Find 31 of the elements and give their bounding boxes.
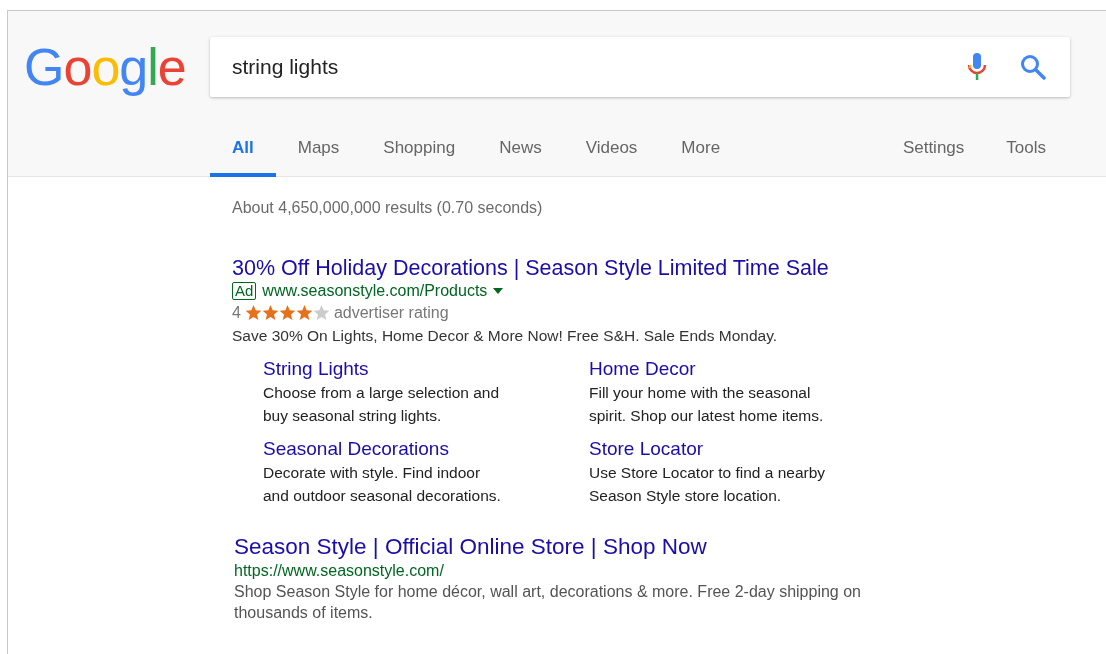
- toolbar-link[interactable]: Settings: [902, 134, 965, 160]
- tab[interactable]: Videos: [563, 134, 660, 177]
- tab[interactable]: Shopping: [361, 134, 478, 177]
- tab[interactable]: More: [659, 134, 743, 177]
- search-field[interactable]: string lights: [210, 37, 1070, 97]
- tab[interactable]: Maps: [275, 134, 362, 177]
- ad-url: www.seasonstyle.com/Products: [262, 281, 488, 301]
- ad-title-link[interactable]: 30% Off Holiday Decorations | Season Style Limited Time Sale: [232, 255, 1106, 281]
- logo[interactable]: Google: [24, 37, 210, 97]
- result-url: https://www.seasonstyle.com/: [234, 561, 445, 581]
- rating-number: 4: [232, 303, 241, 323]
- tab[interactable]: All: [210, 134, 276, 177]
- result-snippet: Shop Season Style for home décor, wall art, decorations & more. Free 2-day shipping on thousands of items.: [234, 582, 862, 623]
- sitelink-description: Fill your home with the seasonal spirit. Shop our latest home items.: [589, 383, 825, 426]
- microphone-icon[interactable]: [967, 53, 987, 81]
- tab[interactable]: News: [477, 134, 564, 177]
- ad-description: Save 30% On Lights, Home Decor & More Now! Free S&H. Sale Ends Monday.: [232, 326, 779, 346]
- sitelink[interactable]: String Lights: [263, 357, 589, 381]
- sitelink[interactable]: Home Decor: [589, 357, 919, 381]
- rating-label: advertiser rating: [333, 303, 449, 323]
- toolbar-link[interactable]: Tools: [1006, 134, 1046, 160]
- ad-label: Ad: [232, 282, 257, 300]
- result-stats: About 4,650,000,000 results (0.70 seconds): [232, 198, 544, 218]
- sitelink-description: Choose from a large selection and buy seasonal string lights.: [263, 383, 501, 426]
- search-icon[interactable]: [1020, 54, 1046, 80]
- sitelink-description: Use Store Locator to find a nearby Season Style store location.: [589, 463, 827, 506]
- sitelink[interactable]: Seasonal Decorations: [263, 437, 589, 461]
- sitelink[interactable]: Store Locator: [589, 437, 919, 461]
- result-title-link[interactable]: Season Style | Official Online Store | Shop Now: [234, 533, 1106, 561]
- caret-icon[interactable]: [493, 288, 504, 294]
- sitelink-description: Decorate with style. Find indoor and outdoor seasonal decorations.: [263, 463, 502, 506]
